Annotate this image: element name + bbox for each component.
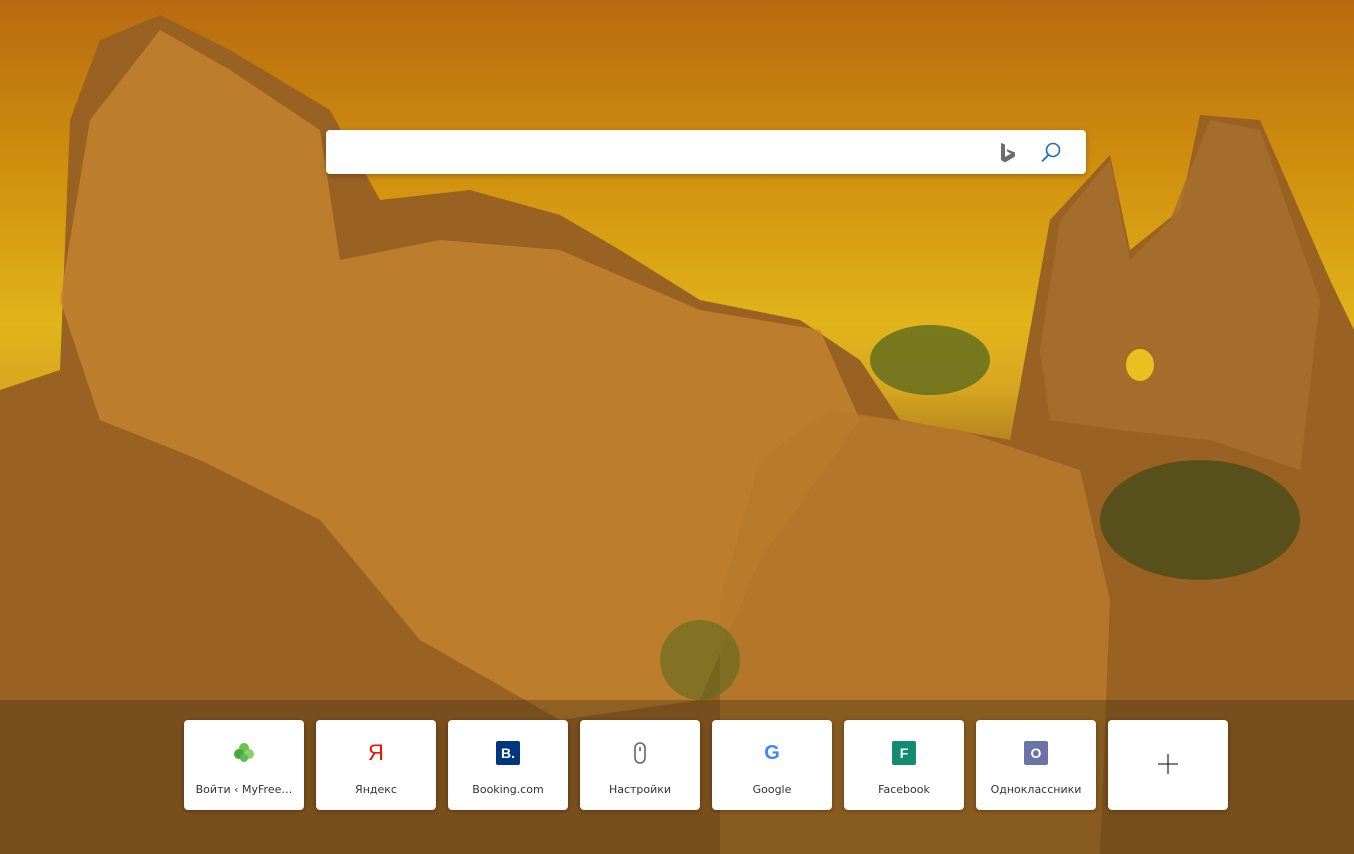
tile-label: Настройки: [608, 783, 672, 796]
google-icon: G: [764, 741, 780, 764]
tile-label: Яндекс: [355, 783, 397, 796]
plus-icon: [1158, 754, 1178, 774]
facebook-icon: F: [892, 741, 916, 765]
quick-link-google[interactable]: G Google: [712, 720, 832, 810]
tile-label: Одноклассники: [990, 783, 1082, 796]
tile-label: Войти ‹ MyFree…: [195, 783, 293, 796]
quick-link-facebook[interactable]: F Facebook: [844, 720, 964, 810]
add-quick-link-button[interactable]: [1108, 720, 1228, 810]
search-input[interactable]: [340, 130, 984, 176]
tile-label: Booking.com: [472, 783, 544, 796]
yandex-icon: Я: [368, 740, 384, 765]
booking-icon: B.: [496, 741, 520, 765]
quick-link-myfree[interactable]: Войти ‹ MyFree…: [184, 720, 304, 810]
tile-label: Google: [752, 783, 792, 796]
quick-link-settings[interactable]: Настройки: [580, 720, 700, 810]
search-box: [326, 130, 1086, 176]
clover-icon: [234, 743, 254, 762]
quick-link-odnoklassniki[interactable]: O Одноклассники: [976, 720, 1096, 810]
search-button-icon[interactable]: [1038, 140, 1064, 166]
quick-links: Войти ‹ MyFree… Я Яндекс B. Booking.com …: [184, 720, 1228, 810]
mouse-icon: [634, 742, 646, 764]
odnoklassniki-icon: O: [1024, 741, 1048, 765]
quick-link-yandex[interactable]: Я Яндекс: [316, 720, 436, 810]
bing-logo-icon[interactable]: [1000, 142, 1016, 164]
tile-label: Facebook: [878, 783, 930, 796]
quick-link-booking[interactable]: B. Booking.com: [448, 720, 568, 810]
